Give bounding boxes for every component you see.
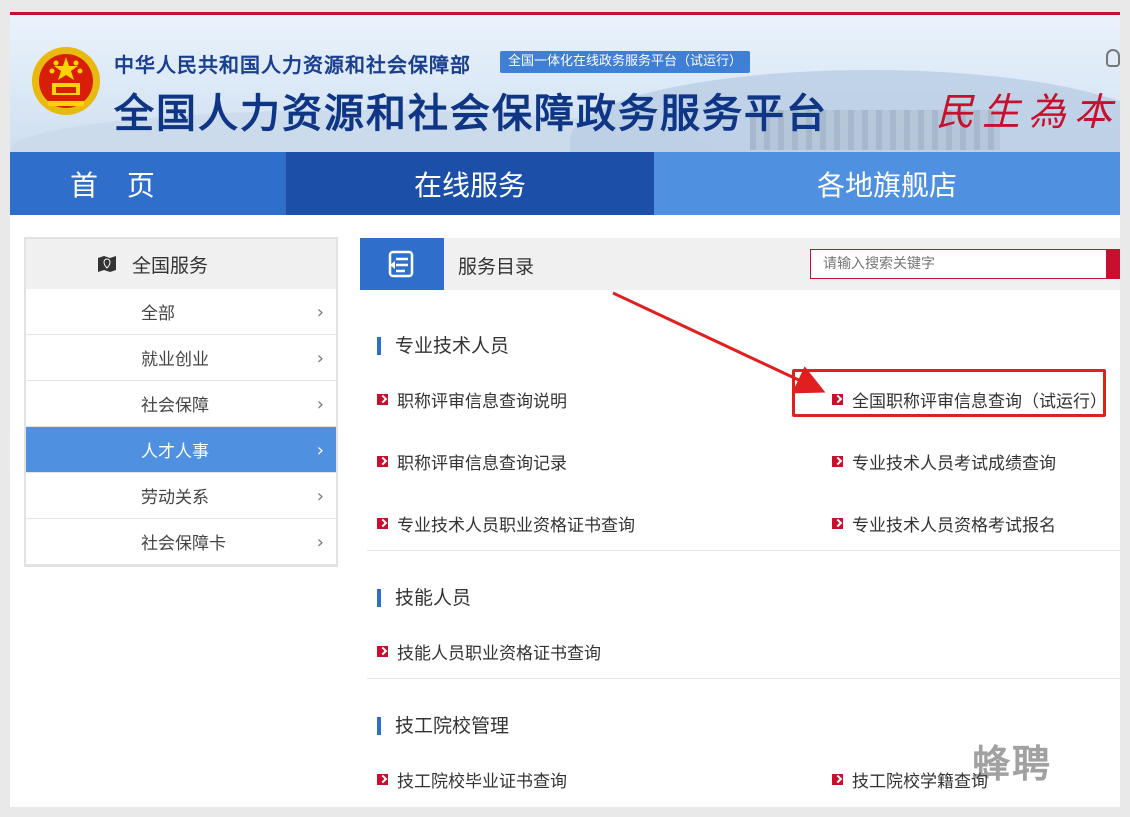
section-divider	[367, 550, 1120, 551]
arrow-bullet-icon	[377, 518, 388, 529]
sidebar-item-all[interactable]: 全部 ›	[26, 289, 336, 335]
search-input[interactable]	[810, 249, 1110, 279]
section-divider	[367, 678, 1120, 679]
service-link[interactable]: 职称评审信息查询说明	[377, 387, 567, 412]
arrow-bullet-icon	[377, 456, 388, 467]
sidebar: 全国服务 全部 › 就业创业 › 社会保障 › 人才人事 › 劳动关系 › 社会…	[24, 237, 338, 567]
section-title-professional: 专业技术人员	[377, 337, 509, 356]
sidebar-item-label: 劳动关系	[141, 488, 209, 508]
site-title: 全国人力资源和社会保障政务服务平台	[114, 91, 828, 137]
sidebar-heading-label: 全国服务	[132, 254, 209, 277]
service-link[interactable]: 技能人员职业资格证书查询	[377, 639, 601, 664]
chevron-right-icon: ›	[316, 348, 324, 369]
service-link[interactable]: 技工院校毕业证书查询	[377, 767, 567, 792]
highlight-annotation-box	[792, 369, 1106, 417]
nav-online-services[interactable]: 在线服务	[286, 152, 654, 215]
chevron-right-icon: ›	[316, 394, 324, 415]
service-link-label: 专业技术人员资格考试报名	[852, 516, 1056, 536]
watermark-logo: 蜂聘	[972, 742, 1053, 786]
chevron-right-icon: ›	[316, 532, 324, 553]
section-title-technical-schools: 技工院校管理	[377, 717, 509, 736]
nav-home[interactable]: 首 页	[10, 152, 286, 215]
sidebar-item-social-security[interactable]: 社会保障 ›	[26, 381, 336, 427]
sidebar-item-label: 人才人事	[141, 442, 209, 462]
catalog-icon	[388, 250, 414, 278]
arrow-bullet-icon	[377, 394, 388, 405]
service-link-label: 技能人员职业资格证书查询	[397, 644, 601, 664]
sidebar-item-label: 社会保障卡	[141, 534, 226, 554]
sidebar-item-social-security-card[interactable]: 社会保障卡 ›	[26, 519, 336, 565]
arrow-bullet-icon	[832, 456, 843, 467]
service-link[interactable]: 专业技术人员考试成绩查询	[832, 449, 1056, 474]
service-link[interactable]: 职称评审信息查询记录	[377, 449, 567, 474]
service-link-label: 专业技术人员考试成绩查询	[852, 454, 1056, 474]
chevron-right-icon: ›	[316, 302, 324, 323]
sidebar-item-label: 就业创业	[141, 350, 209, 370]
sidebar-item-label: 社会保障	[141, 396, 209, 416]
header-banner: 中华人民共和国人力资源和社会保障部 全国一体化在线政务服务平台（试运行） 全国人…	[10, 15, 1120, 152]
service-link[interactable]: 技工院校学籍查询	[832, 767, 988, 792]
service-link-label: 专业技术人员职业资格证书查询	[397, 516, 635, 536]
nav-local-stores[interactable]: 各地旗舰店	[654, 152, 1120, 215]
national-emblem-icon	[32, 47, 100, 115]
page-frame: 中华人民共和国人力资源和社会保障部 全国一体化在线政务服务平台（试运行） 全国人…	[10, 12, 1120, 807]
user-icon[interactable]	[1106, 49, 1120, 67]
ministry-name: 中华人民共和国人力资源和社会保障部	[114, 53, 471, 77]
arrow-bullet-icon	[377, 774, 388, 785]
sidebar-item-label: 全部	[141, 304, 175, 324]
sidebar-item-labor-relations[interactable]: 劳动关系 ›	[26, 473, 336, 519]
service-link[interactable]: 专业技术人员资格考试报名	[832, 511, 1056, 536]
arrow-bullet-icon	[832, 774, 843, 785]
sidebar-item-talent-personnel[interactable]: 人才人事 ›	[26, 427, 336, 473]
arrow-bullet-icon	[377, 646, 388, 657]
panel-title: 服务目录	[458, 256, 535, 278]
chevron-right-icon: ›	[316, 440, 324, 461]
platform-badge: 全国一体化在线政务服务平台（试运行）	[500, 51, 751, 73]
arrow-bullet-icon	[832, 518, 843, 529]
service-link-label: 职称评审信息查询说明	[397, 392, 567, 412]
catalog-icon-box	[360, 238, 444, 290]
main-nav: 首 页 在线服务 各地旗舰店	[10, 152, 1120, 215]
service-link[interactable]: 专业技术人员职业资格证书查询	[377, 511, 635, 536]
service-link-label: 技工院校学籍查询	[852, 772, 988, 792]
section-title-skilled: 技能人员	[377, 589, 471, 608]
slogan: 民生為本	[936, 90, 1120, 134]
service-link-label: 技工院校毕业证书查询	[397, 772, 567, 792]
sidebar-heading: 全国服务	[26, 239, 336, 289]
sidebar-item-employment[interactable]: 就业创业 ›	[26, 335, 336, 381]
service-link-label: 职称评审信息查询记录	[397, 454, 567, 474]
map-pin-icon	[98, 256, 116, 272]
panel-header: 服务目录	[360, 238, 1120, 290]
search-button[interactable]	[1106, 249, 1120, 279]
chevron-right-icon: ›	[316, 486, 324, 507]
